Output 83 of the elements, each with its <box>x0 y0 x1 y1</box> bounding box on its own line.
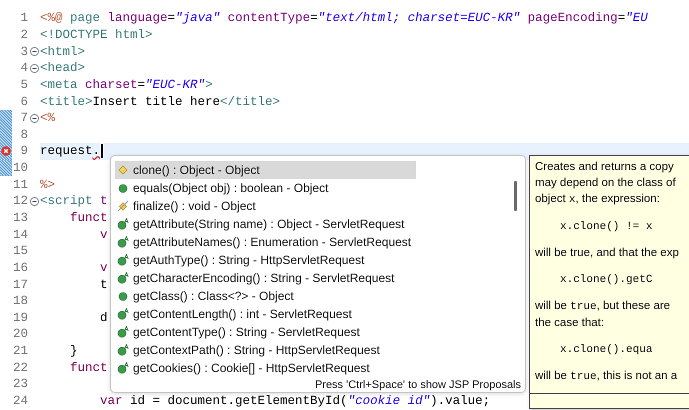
code-line: <meta charset="EUC-KR"> <box>40 78 213 92</box>
line-number: 12 <box>12 194 28 208</box>
code-line: <!DOCTYPE html> <box>40 28 153 42</box>
text-cursor <box>101 144 104 158</box>
documentation-text: will be true, this is not an a <box>535 369 678 385</box>
documentation-text: object x, the expression: <box>535 192 660 208</box>
documentation-text: Creates and returns a copy <box>535 160 674 175</box>
line-number: 4 <box>19 61 28 76</box>
proposal-item[interactable]: finalize() : void - Object <box>115 197 416 215</box>
code-line: <html> <box>40 44 86 59</box>
proposal-item[interactable]: getAttributeNames() : Enumeration - ServletRequest <box>115 233 416 251</box>
code-line: t <box>99 278 108 292</box>
line-number: 16 <box>12 260 28 275</box>
proposals-hint: Press 'Ctrl+Space' to show JSP Proposals <box>314 379 521 391</box>
method-icon <box>117 344 129 356</box>
line-number: 13 <box>12 211 28 225</box>
code-line: <% <box>40 111 56 126</box>
line-number: 8 <box>19 128 28 142</box>
collapse-icon[interactable] <box>30 47 38 56</box>
line-number: 14 <box>12 228 28 242</box>
collapse-icon[interactable] <box>30 196 38 206</box>
proposal-item[interactable]: getAttribute(String name) : Object - ServletRequest <box>115 215 416 233</box>
code-line: <title>Insert title here</title> <box>40 94 280 109</box>
method-icon <box>117 362 129 374</box>
line-number: 19 <box>12 310 28 325</box>
code-example: x.clone().getC <box>560 273 652 288</box>
scrollbar[interactable] <box>514 181 517 211</box>
code-line: funct <box>69 360 108 375</box>
method-icon <box>117 218 129 230</box>
proposal-item[interactable]: equals(Object obj) : boolean - Object <box>115 179 416 197</box>
method-icon <box>117 290 129 302</box>
line-number: 2 <box>19 28 28 42</box>
method-icon <box>117 308 129 320</box>
code-line: var id = document.getElementById("cookie id").value; <box>99 394 490 408</box>
documentation-text: will be true, but these are <box>535 299 670 315</box>
line-number: 6 <box>19 94 28 109</box>
collapse-icon[interactable] <box>30 64 38 73</box>
line-number: 20 <box>12 327 28 342</box>
line-number: 24 <box>12 394 28 408</box>
method-icon <box>117 182 129 194</box>
code-line: <%@ page language="java" contentType="text/html; charset=EUC-KR" pageEncoding="EU <box>40 11 648 26</box>
line-number: 21 <box>12 344 28 358</box>
code-line: funct <box>69 211 108 225</box>
line-number: 10 <box>12 161 28 176</box>
proposal-item[interactable]: getContentType() : String - ServletRequest <box>115 323 416 341</box>
line-number: 15 <box>12 244 28 258</box>
proposal-item[interactable]: getCharacterEncoding() : String - ServletRequest <box>115 269 416 287</box>
code-line: request. <box>40 144 100 158</box>
line-number: 7 <box>19 111 28 126</box>
line-number: 11 <box>12 178 28 192</box>
line-number: 5 <box>19 78 28 92</box>
documentation-text: will be true, and that the exp <box>535 246 679 261</box>
method-icon <box>117 272 129 284</box>
documentation-text: the case that: <box>535 316 604 331</box>
code-example: x.clone().equa <box>560 343 652 358</box>
code-line: } <box>69 344 78 358</box>
method-icon <box>117 164 129 176</box>
method-icon <box>117 236 129 248</box>
line-number: 9 <box>19 144 28 158</box>
proposal-item[interactable]: getAuthType() : String - HttpServletRequest <box>115 251 416 269</box>
line-number: 3 <box>19 44 28 59</box>
proposal-item[interactable]: getContextPath() : String - HttpServletRequest <box>115 341 416 359</box>
line-number: 17 <box>12 278 28 292</box>
line-number: 1 <box>19 11 28 26</box>
method-icon <box>117 200 129 212</box>
proposal-item[interactable]: clone() : Object - Object <box>115 161 416 179</box>
method-icon <box>117 254 129 266</box>
code-line: <script t <box>40 194 108 208</box>
proposal-item[interactable]: getCookies() : Cookie[] - HttpServletRequest <box>115 359 416 377</box>
line-number: 18 <box>12 294 28 308</box>
proposal-item[interactable]: getContentLength() : int - ServletRequest <box>115 305 416 323</box>
method-icon <box>117 326 129 338</box>
documentation-text: may depend on the class of <box>535 176 676 191</box>
line-number: 23 <box>12 377 28 392</box>
proposal-item[interactable]: getClass() : Class<?> - Object <box>115 287 416 305</box>
code-line: %> <box>40 178 56 192</box>
code-line: v <box>99 228 108 242</box>
line-number: 22 <box>12 360 28 375</box>
collapse-icon[interactable] <box>30 114 38 123</box>
code-line: d <box>99 310 108 325</box>
code-line: <head> <box>40 61 86 76</box>
code-example: x.clone() != x <box>560 220 652 235</box>
code-line: v <box>99 260 108 275</box>
